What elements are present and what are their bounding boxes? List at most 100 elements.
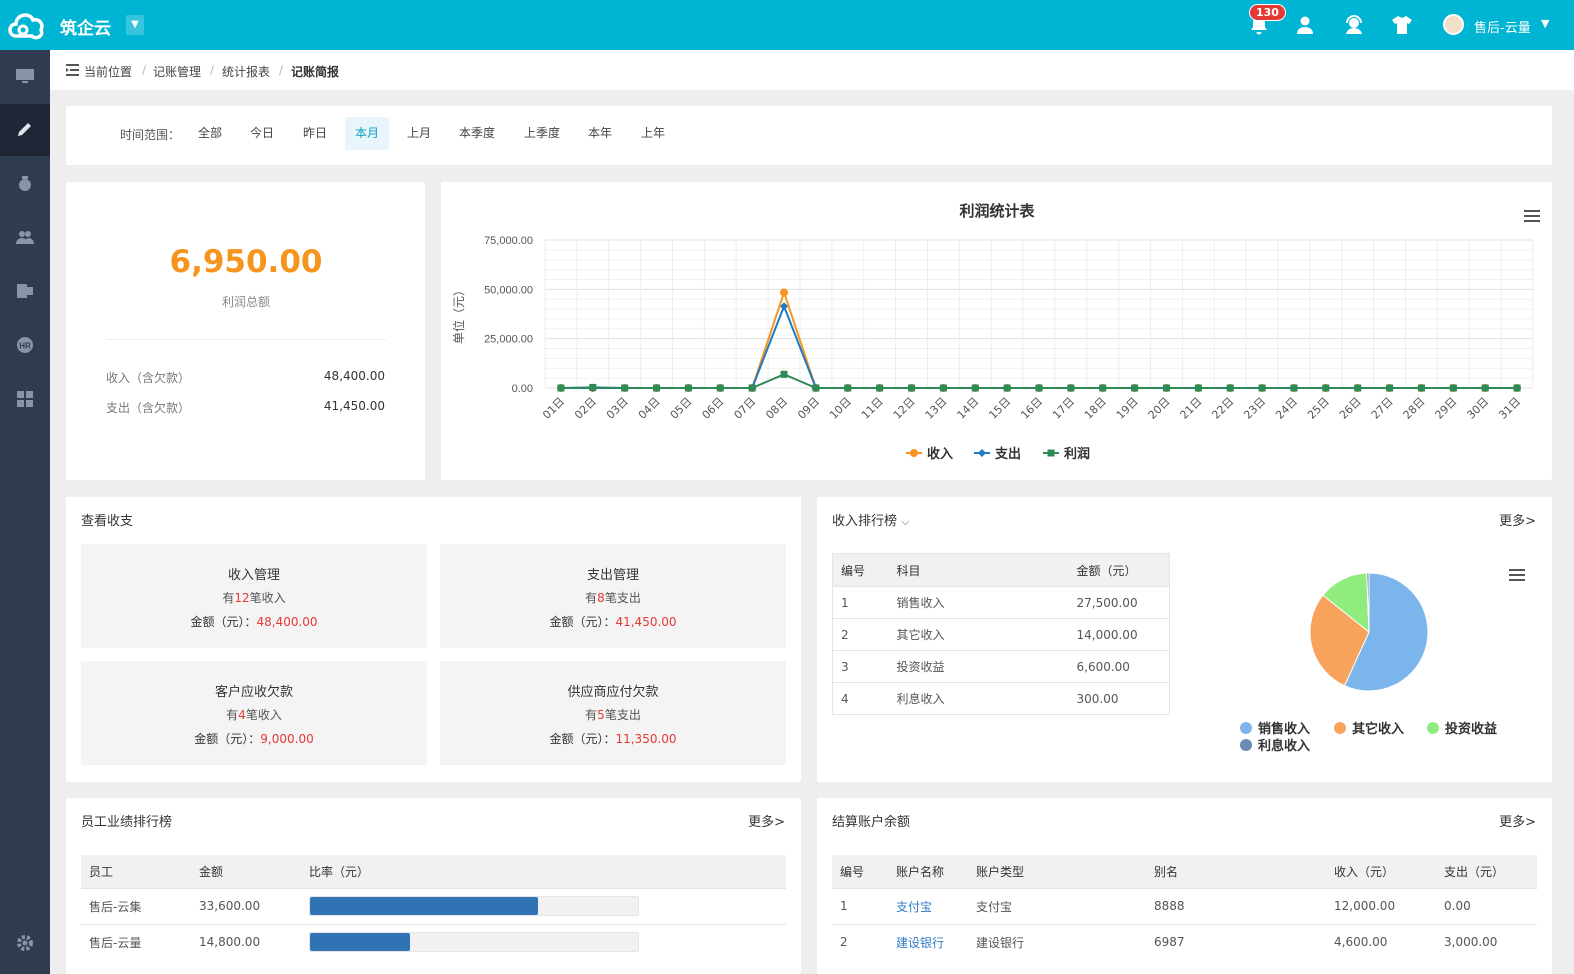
column-header: 别名 [1146,855,1326,888]
x-tick-label: 29日 [1433,395,1460,422]
cloud-logo-icon[interactable] [6,8,46,42]
account-balance-table: 编号 账户名称 账户类型 别名 收入（元） 支出（元） 1 支付宝 支付宝 8888 1… [832,855,1537,960]
x-tick-label: 03日 [604,395,631,422]
time-filter-panel: 时间范围： 全部 今日 昨日 本月 上月 本季度 上季度 本年 上年 [66,106,1552,165]
data-point [1194,384,1202,392]
legend-item[interactable]: 其它收入 [1334,718,1404,737]
x-tick-label: 19日 [1114,395,1141,422]
sidebar-item-customers[interactable] [0,212,50,264]
caret-down-icon[interactable]: ▼ [1541,17,1549,30]
data-point [1067,384,1075,392]
divider [106,339,386,340]
x-tick-label: 20日 [1146,395,1173,422]
legend-marker [978,449,986,457]
support-icon[interactable] [1342,13,1366,37]
data-point [589,383,597,391]
sidebar-item-hr[interactable]: HR [0,320,50,372]
x-tick-label: 23日 [1241,395,1268,422]
income-value: 48,400.00 [323,369,385,383]
x-tick-label: 12日 [891,395,918,422]
more-link[interactable]: 更多> [1499,811,1536,830]
more-link[interactable]: 更多> [1499,510,1536,529]
account-link[interactable]: 建设银行 [896,936,944,950]
brand-name: 筑企云 [60,19,111,39]
filter-option[interactable]: 本季度 [449,117,505,150]
data-point [908,384,916,392]
x-tick-label: 13日 [923,395,950,422]
table-row: 2 建设银行 建设银行 6987 4,600.00 3,000.00 [832,923,1537,960]
section-title: 查看收支 [81,514,134,529]
sidebar-item-finance[interactable] [0,158,50,210]
data-point [621,384,629,392]
legend-item[interactable]: 投资收益 [1427,718,1497,737]
user-name[interactable]: 售后-云量 [1474,17,1531,36]
expense-management-tile[interactable]: 支出管理 有8笔支出 金额（元）：41,450.00 [440,544,786,648]
sidebar-item-apps[interactable] [0,374,50,426]
x-tick-label: 31日 [1496,395,1523,422]
tile-amount: 金额（元）：41,450.00 [549,615,677,629]
data-point [1449,384,1457,392]
y-tick-label: 25,000.00 [484,334,533,346]
column-header: 科目 [888,553,1069,587]
breadcrumb-item[interactable]: 记账管理 [153,63,201,80]
tile-title: 供应商应付欠款 [567,685,659,700]
data-point [1481,384,1489,392]
x-tick-label: 14日 [955,395,982,422]
data-point [1162,384,1170,392]
sidebar-item-office[interactable] [0,266,50,318]
filter-option[interactable]: 上季度 [514,117,570,150]
x-tick-label: 11日 [859,395,886,422]
tile-count: 有12笔收入 [222,591,286,605]
breadcrumb-item[interactable]: 统计报表 [222,63,270,80]
income-rank-table: 编号 科目 金额（元） 1 销售收入 27,500.00 2 其它收入 14,000.0… [832,553,1170,715]
chevron-down-icon[interactable]: ▼ [126,15,144,35]
more-link[interactable]: 更多> [748,811,785,830]
payables-tile[interactable]: 供应商应付欠款 有5笔支出 金额（元）：11,350.00 [440,661,786,765]
y-tick-label: 75,000.00 [484,235,533,247]
breadcrumb: 当前位置 / 记账管理 / 统计报表 / 记账简报 [50,50,1574,90]
income-management-tile[interactable]: 收入管理 有12笔收入 金额（元）：48,400.00 [81,544,427,648]
table-row: 售后-云量 14,800.00 [81,923,786,960]
data-point [557,384,565,392]
filter-option[interactable]: 上月 [397,117,441,150]
tile-title: 收入管理 [227,568,280,583]
x-tick-label: 22日 [1209,395,1236,422]
user-icon[interactable] [1294,13,1318,37]
filter-option[interactable]: 全部 [188,117,232,150]
filter-option[interactable]: 今日 [240,117,284,150]
account-link[interactable]: 支付宝 [896,900,932,914]
shirt-icon[interactable] [1390,13,1414,37]
tile-count: 有4笔收入 [226,708,282,722]
filter-option[interactable]: 昨日 [293,117,337,150]
staff-rank-table: 员工 金额 比率（元） 售后-云集 33,600.00 售后-云量 14,800.0… [81,855,786,960]
x-tick-label: 30日 [1464,395,1491,422]
data-point [1003,384,1011,392]
tile-amount: 金额（元）：9,000.00 [194,732,314,746]
x-tick-label: 21日 [1178,395,1205,422]
pie-menu-icon[interactable] [1509,569,1525,582]
column-header: 编号 [832,855,888,888]
section-title[interactable]: 收入排行榜 ⌵ [832,510,910,529]
x-tick-label: 07日 [731,395,758,422]
table-row: 售后-云集 33,600.00 [81,887,786,924]
hr-icon: HR [17,337,33,353]
avatar[interactable] [1443,14,1464,35]
sidebar-item-bookkeeping[interactable] [0,104,50,156]
receivables-tile[interactable]: 客户应收欠款 有4笔收入 金额（元）：9,000.00 [81,661,427,765]
legend-item[interactable]: 利息收入 [1240,735,1310,754]
column-header: 比率（元） [301,855,786,888]
filter-option-active[interactable]: 本月 [345,117,390,150]
sidebar-item-settings[interactable] [0,918,50,970]
x-tick-label: 08日 [763,395,790,422]
section-title: 结算账户余额 [832,815,911,830]
data-point [653,384,661,392]
legend-label: 利润 [1064,446,1090,462]
sidebar-item-dashboard[interactable] [0,51,50,103]
profit-total: 6,950.00 [169,244,323,280]
filter-option[interactable]: 本年 [578,117,622,150]
line-chart: 0.0025,000.0050,000.0075,000.00单位（元）01日 0… [451,235,1534,462]
filter-option[interactable]: 上年 [631,117,675,150]
monitor-icon [16,69,34,83]
table-row: 4 利息收入 300.00 [832,682,1170,715]
income-rank-card: 收入排行榜 ⌵ 更多> 编号 科目 金额（元） 1 销售收入 27,500.00 2… [817,497,1552,782]
